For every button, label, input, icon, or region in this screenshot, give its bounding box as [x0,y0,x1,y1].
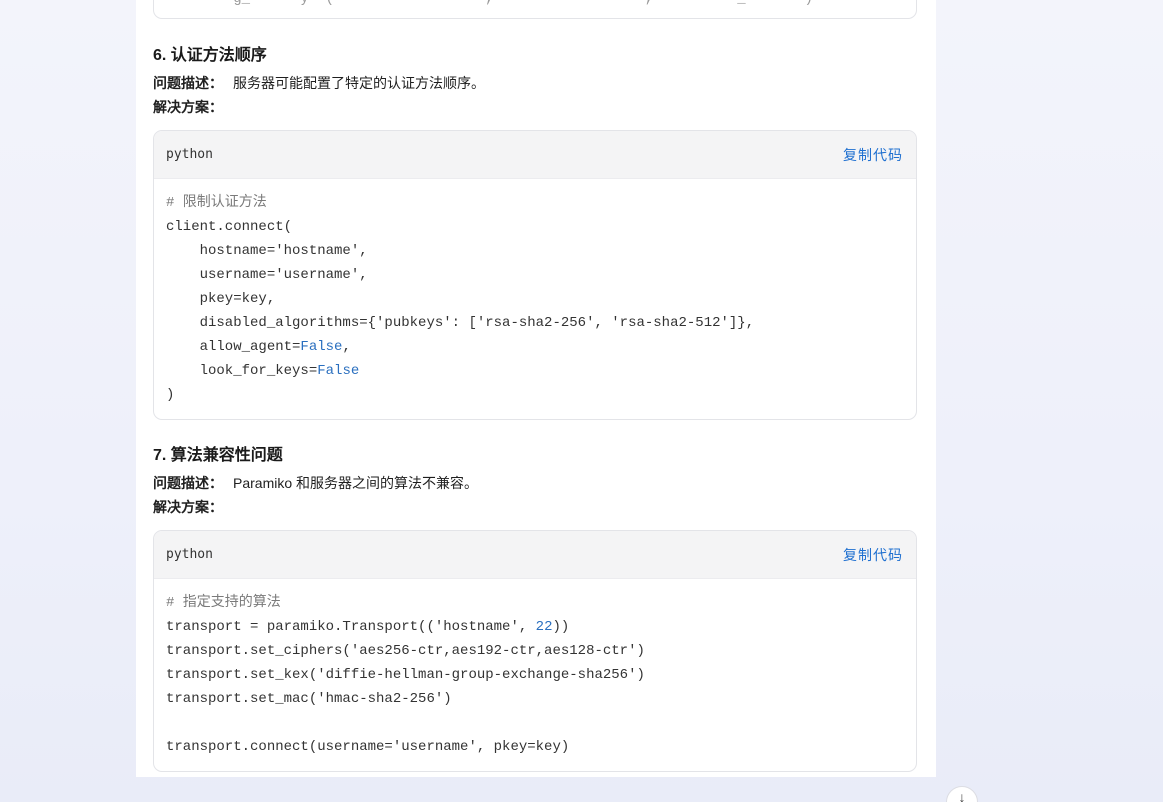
problem-description-6: 问题描述： 服务器可能配置了特定的认证方法顺序。 [153,73,485,93]
copy-code-button[interactable]: 复制代码 [843,545,903,565]
previous-code-block: g_ y ( , , _ ) [153,0,917,19]
code-line: allow_agent=False, [166,339,351,355]
code-line: transport.set_ciphers('aes256-ctr,aes192… [166,643,645,659]
code-header: python 复制代码 [154,131,916,179]
code-line: client.connect( [166,219,293,235]
code-line: username='username', [166,267,368,283]
code-line: transport.set_kex('diffie-hellman-group-… [166,667,645,683]
code-line: disabled_algorithms={'pubkeys': ['rsa-sh… [166,315,755,331]
desc-label: 问题描述 [153,75,209,91]
scroll-down-button[interactable]: ↓ [946,786,978,802]
code-line: ) [166,387,175,403]
problem-description-7: 问题描述： Paramiko 和服务器之间的算法不兼容。 [153,473,478,493]
code-line: pkey=key, [166,291,276,307]
arrow-down-icon: ↓ [958,789,966,802]
code-header: python 复制代码 [154,531,916,579]
section-title-7: 7. 算法兼容性问题 [153,447,283,464]
solution-label-7: 解决方案： [153,497,223,517]
code-content: # 限制认证方法 client.connect( hostname='hostna… [154,179,916,417]
solution-label-6: 解决方案： [153,97,223,117]
code-line: # 限制认证方法 [166,195,267,211]
code-line: transport = paramiko.Transport(('hostnam… [166,619,570,635]
desc-label: 问题描述 [153,475,209,491]
code-content: # 指定支持的算法 transport = paramiko.Transport(… [154,579,916,769]
colon: ： [209,499,223,515]
code-line: hostname='hostname', [166,243,368,259]
code-line: g_ y ( , , _ ) [154,0,916,18]
colon: ： [209,75,223,91]
desc-text: Paramiko 和服务器之间的算法不兼容。 [233,475,479,491]
code-line: # 指定支持的算法 [166,595,281,611]
colon: ： [209,475,223,491]
colon: ： [209,99,223,115]
solution-label: 解决方案 [153,499,209,515]
code-language-label: python [166,547,213,562]
chat-message-panel: g_ y ( , , _ ) 6. 认证方法顺序 问题描述：服务器可能配置了特定… [136,0,936,777]
section-title-6: 6. 认证方法顺序 [153,47,267,64]
code-line: look_for_keys=False [166,363,360,379]
code-language-label: python [166,147,213,162]
solution-label: 解决方案 [153,99,209,115]
code-line: transport.set_mac('hmac-sha2-256') [166,691,452,707]
copy-code-button[interactable]: 复制代码 [843,145,903,165]
code-block-6: python 复制代码 # 限制认证方法 client.connect( host… [153,130,917,420]
code-line: transport.connect(username='username', p… [166,739,570,755]
desc-text: 服务器可能配置了特定的认证方法顺序。 [233,75,485,91]
code-block-7: python 复制代码 # 指定支持的算法 transport = paramik… [153,530,917,772]
